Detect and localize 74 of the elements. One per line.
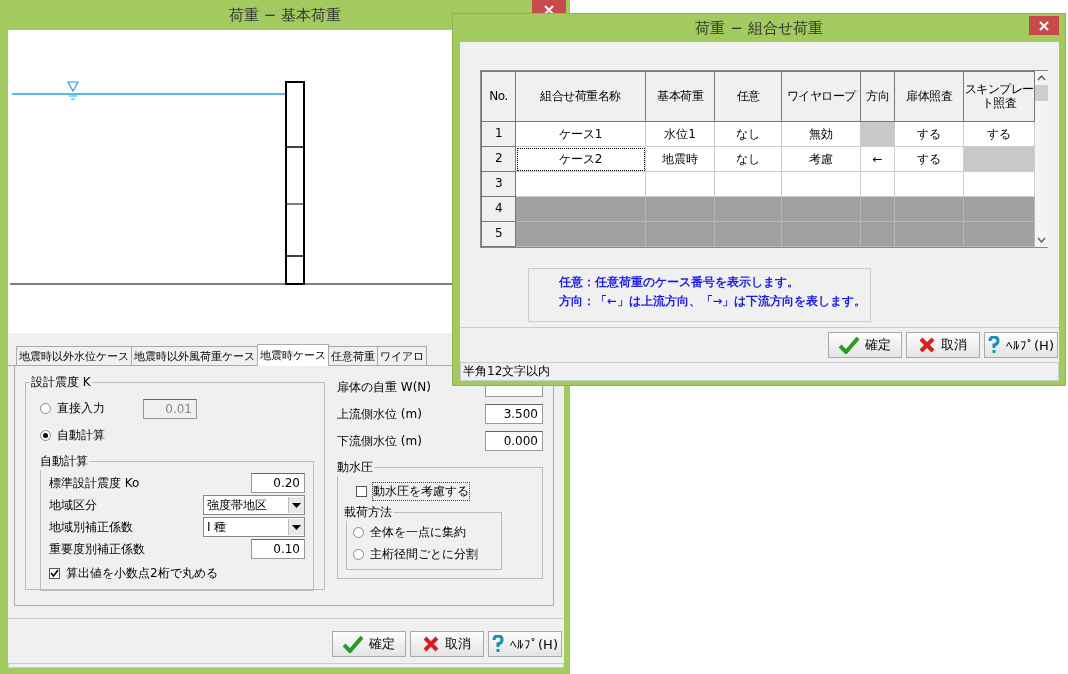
input-field[interactable]: 0.20	[251, 473, 305, 493]
dropdown[interactable]: I 種	[203, 517, 305, 537]
group-label: 自動計算	[39, 453, 89, 470]
question-icon	[492, 635, 505, 653]
field-label: 扉体の自重 W(N)	[337, 378, 433, 396]
close-icon	[1038, 19, 1050, 32]
scroll-thumb[interactable]	[1035, 85, 1048, 101]
column-header: 方向	[860, 71, 895, 122]
group-label: 設計震度 K	[30, 374, 92, 391]
column-header: 扉体照査	[894, 71, 964, 122]
scroll-up-icon[interactable]	[1037, 75, 1046, 81]
field-label: 重要度別補正係数	[49, 540, 146, 558]
caret-icon	[292, 524, 301, 530]
radio-button[interactable]	[353, 548, 364, 560]
row-header: 4	[481, 196, 516, 222]
window-title: 荷重 − 基本荷重	[228, 5, 342, 25]
row-header: 2	[481, 146, 516, 172]
cancel-button[interactable]: 取消	[410, 631, 484, 657]
input-field[interactable]: 0.000	[485, 431, 543, 451]
tab[interactable]: 地震時ケース	[257, 344, 329, 366]
table-cell[interactable]: ケース2	[515, 146, 646, 172]
question-icon	[988, 336, 1001, 354]
ok-button[interactable]: 確定	[828, 332, 902, 358]
checkbox[interactable]	[356, 485, 367, 497]
radio-label[interactable]: 自動計算	[57, 427, 105, 444]
window-title: 荷重 − 組合せ荷重	[695, 18, 823, 38]
field-label: 下流側水位 (m)	[337, 432, 423, 450]
checkbox[interactable]	[49, 567, 60, 579]
row-header: 3	[481, 171, 516, 197]
column-header: No.	[481, 71, 516, 122]
help-button[interactable]: ﾍﾙﾌﾟ(H)	[984, 332, 1058, 358]
ok-button[interactable]: 確定	[332, 631, 406, 657]
input-field[interactable]: 0.10	[251, 539, 305, 559]
radio-button[interactable]	[353, 526, 364, 538]
cross-icon	[423, 636, 439, 652]
table-cell[interactable]	[515, 171, 646, 197]
status-bar: 半角12文字以内	[460, 362, 1059, 381]
field-label: 上流側水位 (m)	[337, 405, 423, 423]
check-icon	[839, 336, 859, 354]
column-header: 基本荷重	[645, 71, 715, 122]
check-icon	[343, 635, 363, 653]
cross-icon	[919, 337, 935, 353]
group-label: 載荷方法	[343, 504, 393, 521]
tab[interactable]: ワイアロ	[377, 346, 427, 365]
close-button[interactable]	[1029, 16, 1059, 35]
radio-label[interactable]: 主桁径間ごとに分割	[370, 545, 478, 563]
checkbox-label[interactable]: 動水圧を考慮する	[373, 482, 469, 500]
column-header: ワイヤロープ	[781, 71, 861, 122]
row-header: 5	[481, 221, 516, 247]
tab[interactable]: 任意荷重	[328, 346, 378, 365]
radio-label[interactable]: 全体を一点に集約	[370, 523, 466, 541]
caret-icon	[292, 502, 301, 508]
column-header: スキンプレート照査	[963, 71, 1035, 122]
help-button[interactable]: ﾍﾙﾌﾟ(H)	[488, 631, 562, 657]
row-header: 1	[481, 121, 516, 147]
table-cell[interactable]: ケース1	[515, 121, 646, 147]
scroll-down-icon[interactable]	[1037, 237, 1046, 243]
column-header: 組合せ荷重名称	[515, 71, 646, 122]
scrollbar[interactable]	[1035, 71, 1048, 247]
note-text: 任意：任意荷重のケース番号を表示します。	[559, 275, 800, 290]
note-text: 方向：「←」は上流方向、「→」は下流方向を表します。	[559, 294, 868, 309]
field-label: 標準設計震度 Ko	[49, 474, 141, 492]
field-label: 地域別補正係数	[49, 518, 134, 536]
column-header: 任意	[714, 71, 782, 122]
field-label: 地域区分	[49, 496, 98, 514]
tab[interactable]: 地震時以外水位ケース	[16, 346, 132, 365]
group-label: 動水圧	[336, 459, 374, 476]
input-field[interactable]: 3.500	[485, 404, 543, 424]
cancel-button[interactable]: 取消	[906, 332, 980, 358]
radio-button[interactable]	[40, 430, 51, 441]
checkbox-label[interactable]: 算出値を小数点2桁で丸める	[66, 564, 218, 582]
close-icon	[543, 3, 555, 16]
tab[interactable]: 地震時以外風荷重ケース	[131, 346, 258, 365]
dropdown[interactable]: 強度帯地区	[203, 495, 305, 515]
